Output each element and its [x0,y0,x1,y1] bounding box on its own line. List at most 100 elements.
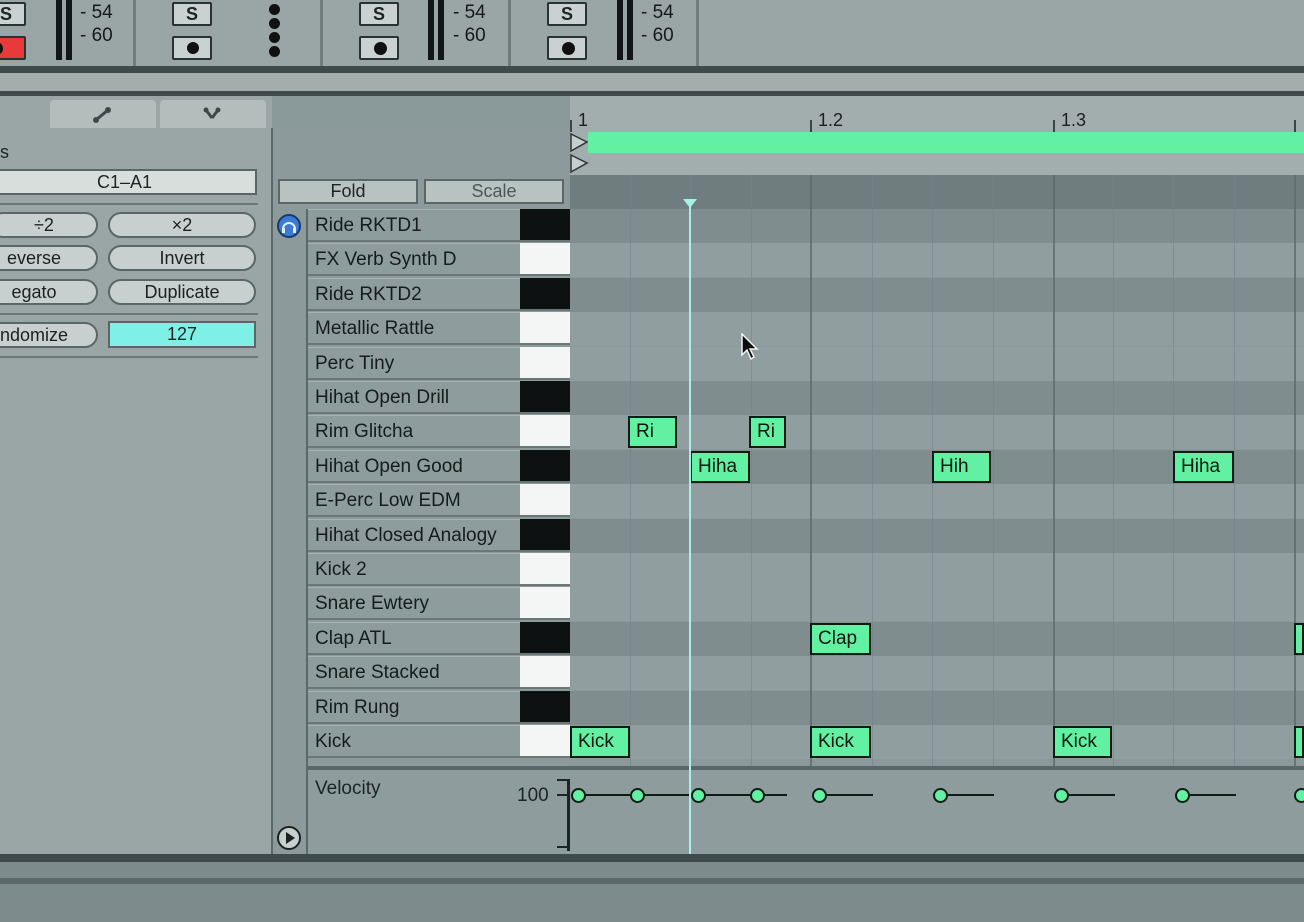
note-lane[interactable] [570,484,1304,518]
piano-key[interactable] [520,553,570,586]
drum-pad-row[interactable]: Hihat Closed Analogy [308,519,520,552]
duplicate-button[interactable]: Duplicate [108,279,256,305]
drum-pad-row[interactable]: Clap ATL [308,622,520,655]
midi-note[interactable]: Clap [810,623,871,655]
drum-pad-row[interactable]: Ride RKTD1 [308,209,520,242]
drum-pad-row[interactable]: Hihat Open Drill [308,381,520,414]
velocity-handle[interactable] [1054,788,1069,803]
note-lane[interactable] [570,347,1304,381]
note-lane[interactable] [570,312,1304,346]
midi-note[interactable]: Hih [932,451,991,483]
play-icon[interactable] [277,826,301,850]
midi-note[interactable]: K [1294,726,1304,758]
drum-pad-row[interactable]: Perc Tiny [308,347,520,380]
note-lane[interactable] [570,415,1304,449]
note-lane[interactable] [570,691,1304,725]
note-lane[interactable] [570,278,1304,312]
arm-button[interactable] [0,36,26,60]
tab-transform[interactable] [0,100,46,128]
drum-pad-row[interactable]: Snare Stacked [308,656,520,689]
piano-key[interactable] [520,278,570,311]
piano-key[interactable] [520,243,570,276]
drum-pad-row[interactable]: Rim Glitcha [308,415,520,448]
divide-button[interactable]: ÷2 [0,212,98,238]
velocity-handle[interactable] [1294,788,1304,803]
timeline-ruler[interactable] [570,96,1304,132]
note-lane[interactable] [570,656,1304,690]
velocity-handle[interactable] [812,788,827,803]
midi-note[interactable]: Ri [749,416,786,448]
arm-button[interactable] [172,36,212,60]
note-lane[interactable] [570,519,1304,553]
midi-note[interactable]: Kick [810,726,871,758]
piano-key[interactable] [520,209,570,242]
piano-key[interactable] [520,519,570,552]
randomize-amount[interactable]: 127 [108,321,256,348]
solo-button[interactable]: S [359,2,399,26]
midi-note[interactable]: Hiha [690,451,750,483]
solo-button[interactable]: S [547,2,587,26]
piano-key[interactable] [520,587,570,620]
midi-note[interactable]: Ri [628,416,677,448]
meter-scale: - 54 [641,2,674,23]
velocity-handle[interactable] [571,788,586,803]
midi-note[interactable]: Hiha [1173,451,1234,483]
drum-pad-row[interactable]: Kick 2 [308,553,520,586]
playhead[interactable] [689,203,691,854]
drum-pad-row[interactable]: Ride RKTD2 [308,278,520,311]
velocity-lane[interactable] [308,770,1304,854]
piano-key[interactable] [520,381,570,414]
piano-key[interactable] [520,450,570,483]
piano-key[interactable] [520,312,570,345]
note-lane[interactable] [570,381,1304,415]
tab-generate[interactable] [160,100,266,128]
piano-key[interactable] [520,622,570,655]
velocity-handle[interactable] [691,788,706,803]
piano-key[interactable] [520,415,570,448]
legato-button[interactable]: egato [0,279,98,305]
midi-note[interactable]: C [1294,623,1304,655]
solo-button[interactable]: S [0,2,26,26]
randomize-button[interactable]: ndomize [0,322,98,348]
drum-pad-row[interactable]: Rim Rung [308,691,520,724]
playhead-marker-icon[interactable] [683,199,697,208]
midi-note[interactable]: Kick [570,726,630,758]
piano-key[interactable] [520,725,570,758]
drum-pad-row[interactable]: Hihat Open Good [308,450,520,483]
arm-button[interactable] [547,36,587,60]
velocity-handle[interactable] [750,788,765,803]
invert-button[interactable]: Invert [108,245,256,271]
solo-button[interactable]: S [172,2,212,26]
preview-headphones-icon[interactable] [277,214,301,238]
note-lane[interactable] [570,725,1304,759]
velocity-handle[interactable] [630,788,645,803]
ruler-label: 1.2 [818,110,844,130]
velocity-handle[interactable] [933,788,948,803]
note-lane[interactable] [570,243,1304,277]
drum-pad-row[interactable]: Metallic Rattle [308,312,520,345]
drum-pad-row[interactable]: Kick [308,725,520,758]
scale-button[interactable]: Scale [424,179,564,204]
velocity-handle[interactable] [1175,788,1190,803]
piano-key[interactable] [520,656,570,689]
note-lane[interactable] [570,553,1304,587]
piano-key[interactable] [520,691,570,724]
drum-pad-row[interactable]: Snare Ewtery [308,587,520,620]
more-options-icon[interactable] [269,4,280,60]
drum-pad-row[interactable]: E-Perc Low EDM [308,484,520,517]
note-lane[interactable] [570,587,1304,621]
note-lane[interactable] [570,622,1304,656]
loop-brace[interactable] [588,132,1304,153]
reverse-button[interactable]: everse [0,245,98,271]
multiply-button[interactable]: ×2 [108,212,256,238]
tab-envelope[interactable] [50,100,156,128]
drum-pad-row[interactable]: FX Verb Synth D [308,243,520,276]
fold-button[interactable]: Fold [278,179,418,204]
piano-key[interactable] [520,347,570,380]
clip-start-marker-icon[interactable] [570,153,590,175]
midi-note[interactable]: Kick [1053,726,1112,758]
arm-button[interactable] [359,36,399,60]
piano-key[interactable] [520,484,570,517]
note-lane[interactable] [570,209,1304,243]
note-range-field[interactable]: C1–A1 [0,169,257,195]
